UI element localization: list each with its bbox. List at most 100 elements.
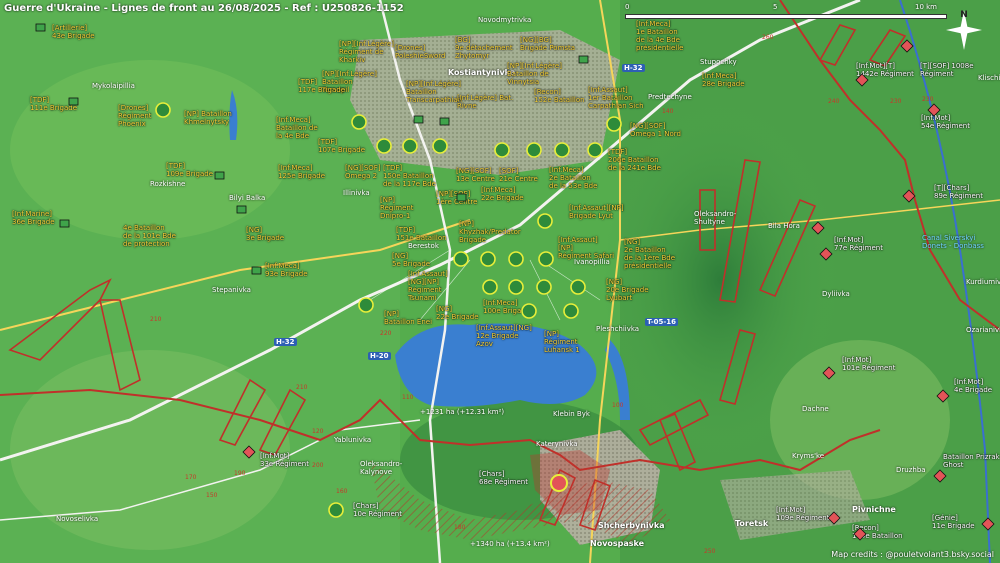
town-rozkishne: Rozkishne <box>150 180 186 188</box>
altitude: 140 <box>662 108 674 115</box>
ukr-unit: 4e Bataillon de la 101e Bde de protectio… <box>123 224 176 248</box>
altitude: 220 <box>380 330 392 337</box>
ru-unit: [Inf.Mot] 33e Régiment <box>260 452 309 468</box>
ru-unit: [Inf.Mot][T] 1442e Régiment <box>856 62 914 78</box>
ukr-unit: [TDF] 107e Brigade <box>318 138 366 154</box>
town-kostiantynivka: Kostiantynivka <box>448 68 516 77</box>
ukr-unit: [Inf.Meca] 100e Brigade <box>483 299 531 315</box>
scale-mid: 5 <box>773 3 778 11</box>
ru-unit: [Chars] 10e Régiment <box>353 502 402 518</box>
map-title: Guerre d'Ukraine - Lignes de front au 26… <box>4 3 404 14</box>
canal-label: Canal Siverskyi Donets - Donbass <box>922 234 984 250</box>
ukr-unit: [Drones] PoleshieSword <box>395 44 446 60</box>
ru-unit: [Inf.Mot] 109e Régiment <box>776 506 830 522</box>
town-kryms: Kryms'ke <box>792 452 825 460</box>
ru-unit: [Recon] 174e Bataillon <box>852 524 903 540</box>
town-shcherbynivka: Shcherbynivka <box>598 521 665 530</box>
ukr-unit: [Recon] 152e Bataillon <box>534 88 585 104</box>
town-pivnichne: Pivnichne <box>852 505 896 514</box>
ukr-unit: [NG] 22e Brigade <box>436 305 479 321</box>
map-credits: Map credits : @pouletvolant3.bsky.social <box>831 550 994 559</box>
ukr-unit: [Inf.Légère] Bat. Rivne <box>457 94 514 110</box>
ukr-unit: [NG][BG] Brigade Pomsta <box>520 36 576 52</box>
town-oleksandro-shultyne: Oleksandro- Shultyne <box>694 210 737 226</box>
ukr-unit: [TDF] 206e Bataillon de la 241e Bde <box>608 148 661 172</box>
scale-line <box>625 14 947 19</box>
town-bilyi-balka: Bilyi Balka <box>229 194 266 202</box>
ukr-unit: [NG][SOF] Omega 2 <box>345 164 381 180</box>
town-klebin: Klebin Byk <box>553 410 590 418</box>
ukr-unit: [Inf.Assaut] [NG][NP] Régiment Tsunami <box>408 270 448 302</box>
ukr-unit: [TDF] 117e Brigade <box>298 78 346 94</box>
ukr-unit: [TDF] 150e Bataillon de la 117e Bde <box>383 164 436 188</box>
ukr-unit: [NG] 20e Brigade Lyubart <box>606 278 649 302</box>
ukr-unit: [TDF] 111e Brigade <box>30 96 78 112</box>
scale-zero: 0 <box>625 3 630 11</box>
town-novodmytrivka: Novodmytrivka <box>478 16 532 24</box>
area-north: +1231 ha (+12.31 km²) <box>420 408 505 416</box>
town-dachne: Dachne <box>802 405 829 413</box>
compass-icon: N <box>946 10 982 50</box>
ukr-unit: [Inf.Assaut] 1er Bataillon Carpathian Si… <box>588 86 644 110</box>
ukr-unit: [Inf.Meca] 2e Bataillon de la 53e Bde <box>549 166 598 190</box>
town-illinivka: Illinivka <box>343 189 370 197</box>
altitude: 260 <box>762 34 774 41</box>
ukr-unit: [NP] Régiment Dnipro-1 <box>380 196 414 220</box>
town-klischiivka: Klischiivka <box>978 74 1000 82</box>
ru-unit: [Inf.Mot] 101e Régiment <box>842 356 896 372</box>
road-h20: H-20 <box>368 352 391 360</box>
road-t0516: T-05-16 <box>645 318 679 326</box>
town-berestok: Berestok <box>408 242 439 250</box>
ukr-unit: [NP][Inf.Légère] Bataillon Transcarpathi… <box>406 80 463 104</box>
ukr-unit: [Inf.Meca] 93e Brigade <box>265 262 308 278</box>
town-novoselivka: Novoselivka <box>56 515 99 523</box>
altitude: 210 <box>150 316 162 323</box>
ukr-unit: [Artillerie] 43e Brigade <box>52 24 95 40</box>
ru-unit: [Génie] 11e Brigade <box>932 514 975 530</box>
ukr-unit: [NG][SOF] 13e Centre <box>456 167 495 183</box>
compass-n: N <box>960 10 968 20</box>
ukr-unit: [BG] 9e détachement Zhytomyr <box>455 36 513 60</box>
scale-end: 10 km <box>915 3 938 11</box>
altitude: 200 <box>312 462 324 469</box>
altitude: 230 <box>922 96 934 103</box>
town-oleksandro: Oleksandro- Kalynove <box>360 460 403 476</box>
ru-unit: [Inf.Mot] 77e Régiment <box>834 236 883 252</box>
scale-bar: 0 5 10 km <box>625 3 950 19</box>
altitude: 210 <box>296 384 308 391</box>
ru-unit: [Chars] 68e Régiment <box>479 470 528 486</box>
ukr-unit: [NG] 3e Brigade <box>246 226 285 242</box>
ru-unit: [Inf.Mot] 54e Régiment <box>921 114 970 130</box>
town-predtechyne: Predtechyne <box>648 93 692 101</box>
ukr-unit: [Inf.Assaut][NG] 12e Brigade Azov <box>476 324 532 348</box>
ukr-unit: [Inf.Meca] 125e Brigade <box>278 164 326 180</box>
altitude: 160 <box>336 488 348 495</box>
ukr-unit: [Inf.Meca] 1e Bataillon de la 4e Bde pré… <box>636 20 684 52</box>
town-dyliivka: Dyliivka <box>822 290 850 298</box>
ukr-unit: [NG][SOF] Omega 1 Nord <box>630 122 681 138</box>
ukr-unit: [Inf.Meca] 22e Brigade <box>481 186 524 202</box>
altitude: 150 <box>206 492 218 499</box>
town-novopaske: Novospaske <box>590 539 645 548</box>
town-druzhba: Druzhba <box>896 466 926 474</box>
altitude: 110 <box>402 394 414 401</box>
town-yablunivka: Yablunivka <box>334 436 372 444</box>
road-h32-ne: H-32 <box>622 64 645 72</box>
ru-unit: Bataillon Prizrak Ghost <box>943 453 1000 469</box>
ukr-unit: [NG] 2e Bataillon de la 1ère Bde préside… <box>624 238 676 270</box>
ru-unit: [Inf.Mot] 4e Brigade <box>954 378 993 394</box>
ukr-unit: [Drones] Régiment Phoenix <box>118 104 152 128</box>
altitude: 120 <box>312 428 324 435</box>
ru-unit: [T][Chars] 89e Régiment <box>934 184 983 200</box>
town-mykolaipillia: Mykolaipillia <box>92 82 135 90</box>
altitude: 240 <box>828 98 840 105</box>
ukr-unit: [Inf.Meca] Bataillon de la 4e Bde <box>276 116 318 140</box>
ukr-unit: [NP] Régiment Luhansk 1 <box>544 330 580 354</box>
road-h32-w: H-32 <box>274 338 297 346</box>
altitude: 100 <box>612 402 624 409</box>
ukr-unit: [NP] Bataillon Khmelnytsky <box>184 110 232 126</box>
ukr-unit: [NP][Inf.Légère] Bataillon de Vinnytsia <box>507 62 562 86</box>
ukr-unit: [NG] 5e Brigade <box>392 252 431 268</box>
ru-unit: [T][SOF] 1008e Régiment <box>920 62 974 78</box>
altitude: 250 <box>704 548 716 555</box>
